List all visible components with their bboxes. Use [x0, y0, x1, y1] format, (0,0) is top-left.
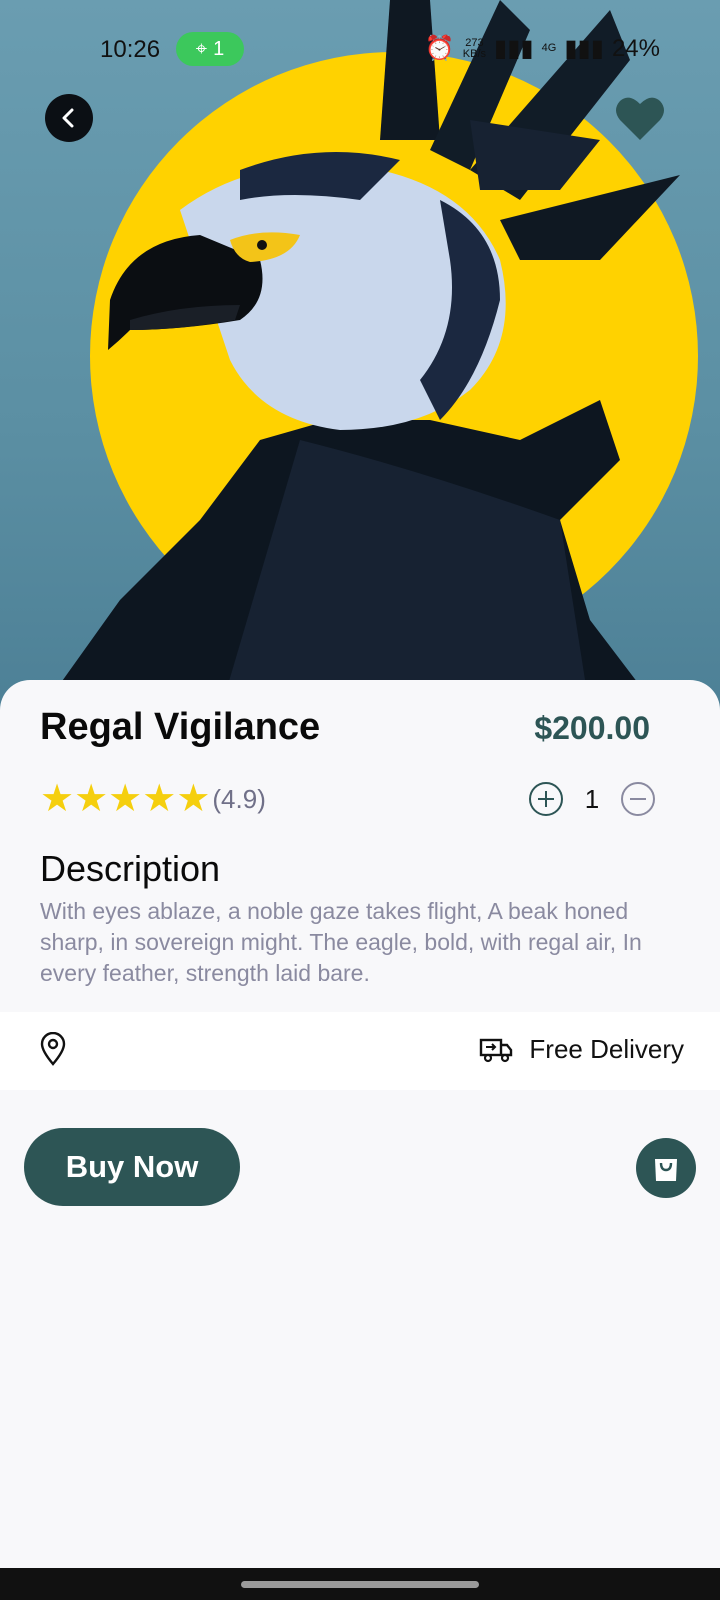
hotspot-count: 1: [213, 37, 225, 60]
favorite-button[interactable]: [614, 94, 666, 142]
map-pin-icon[interactable]: [40, 1032, 66, 1066]
star-icon: ★: [40, 778, 75, 820]
status-bar: 10:26 ⌖ 1 ⏰ 273 KB/s ▮▮▮ 4G ▮▮▮ 24%: [0, 28, 720, 72]
product-title: Regal Vigilance: [40, 706, 321, 748]
star-icon: ★: [74, 778, 109, 820]
star-icon: ★: [142, 778, 177, 820]
hotspot-indicator: ⌖ 1: [176, 32, 244, 66]
shopping-bag-icon: [655, 1159, 677, 1181]
minus-circle-icon[interactable]: [620, 781, 656, 817]
rating: ★ ★ ★ ★ ★ (4.9): [40, 780, 266, 818]
product-image: [0, 0, 720, 712]
signal-icon: ▮▮▮: [494, 35, 534, 62]
status-icons: ⏰ 273 KB/s ▮▮▮ 4G ▮▮▮ 24%: [425, 34, 660, 63]
network-type: 4G: [541, 42, 557, 54]
description-heading: Description: [40, 848, 221, 889]
heart-icon: [616, 97, 664, 140]
system-nav-bar: [0, 1568, 720, 1600]
quantity-stepper: 1: [528, 781, 656, 817]
truck-icon: [480, 1038, 513, 1062]
add-to-cart-button[interactable]: [636, 1138, 696, 1198]
delivery-label: Free Delivery: [529, 1034, 684, 1064]
plus-circle-icon[interactable]: [528, 781, 564, 817]
free-delivery: Free Delivery: [479, 1034, 684, 1065]
buy-now-button[interactable]: Buy Now: [24, 1128, 240, 1206]
star-icon: ★: [176, 778, 211, 820]
delivery-row: Free Delivery: [0, 1012, 720, 1090]
home-handle[interactable]: [241, 1581, 479, 1588]
rating-value: (4.9): [212, 783, 266, 814]
eagle-artwork: [40, 0, 698, 712]
signal-icon-2: ▮▮▮: [564, 35, 604, 62]
battery-level: 24%: [611, 34, 660, 62]
status-time: 10:26: [100, 36, 161, 63]
back-button[interactable]: [45, 94, 93, 142]
product-price: $200.00: [534, 710, 650, 746]
alarm-icon: ⏰: [424, 35, 455, 62]
chevron-left-icon: [62, 108, 74, 128]
quantity-value: 1: [584, 783, 600, 814]
network-speed-unit: KB/s: [462, 47, 487, 60]
hotspot-icon: ⌖: [195, 37, 208, 60]
description-text: With eyes ablaze, a noble gaze takes fli…: [40, 898, 642, 986]
network-speed: 273 KB/s: [462, 37, 487, 60]
star-icon: ★: [108, 778, 143, 820]
